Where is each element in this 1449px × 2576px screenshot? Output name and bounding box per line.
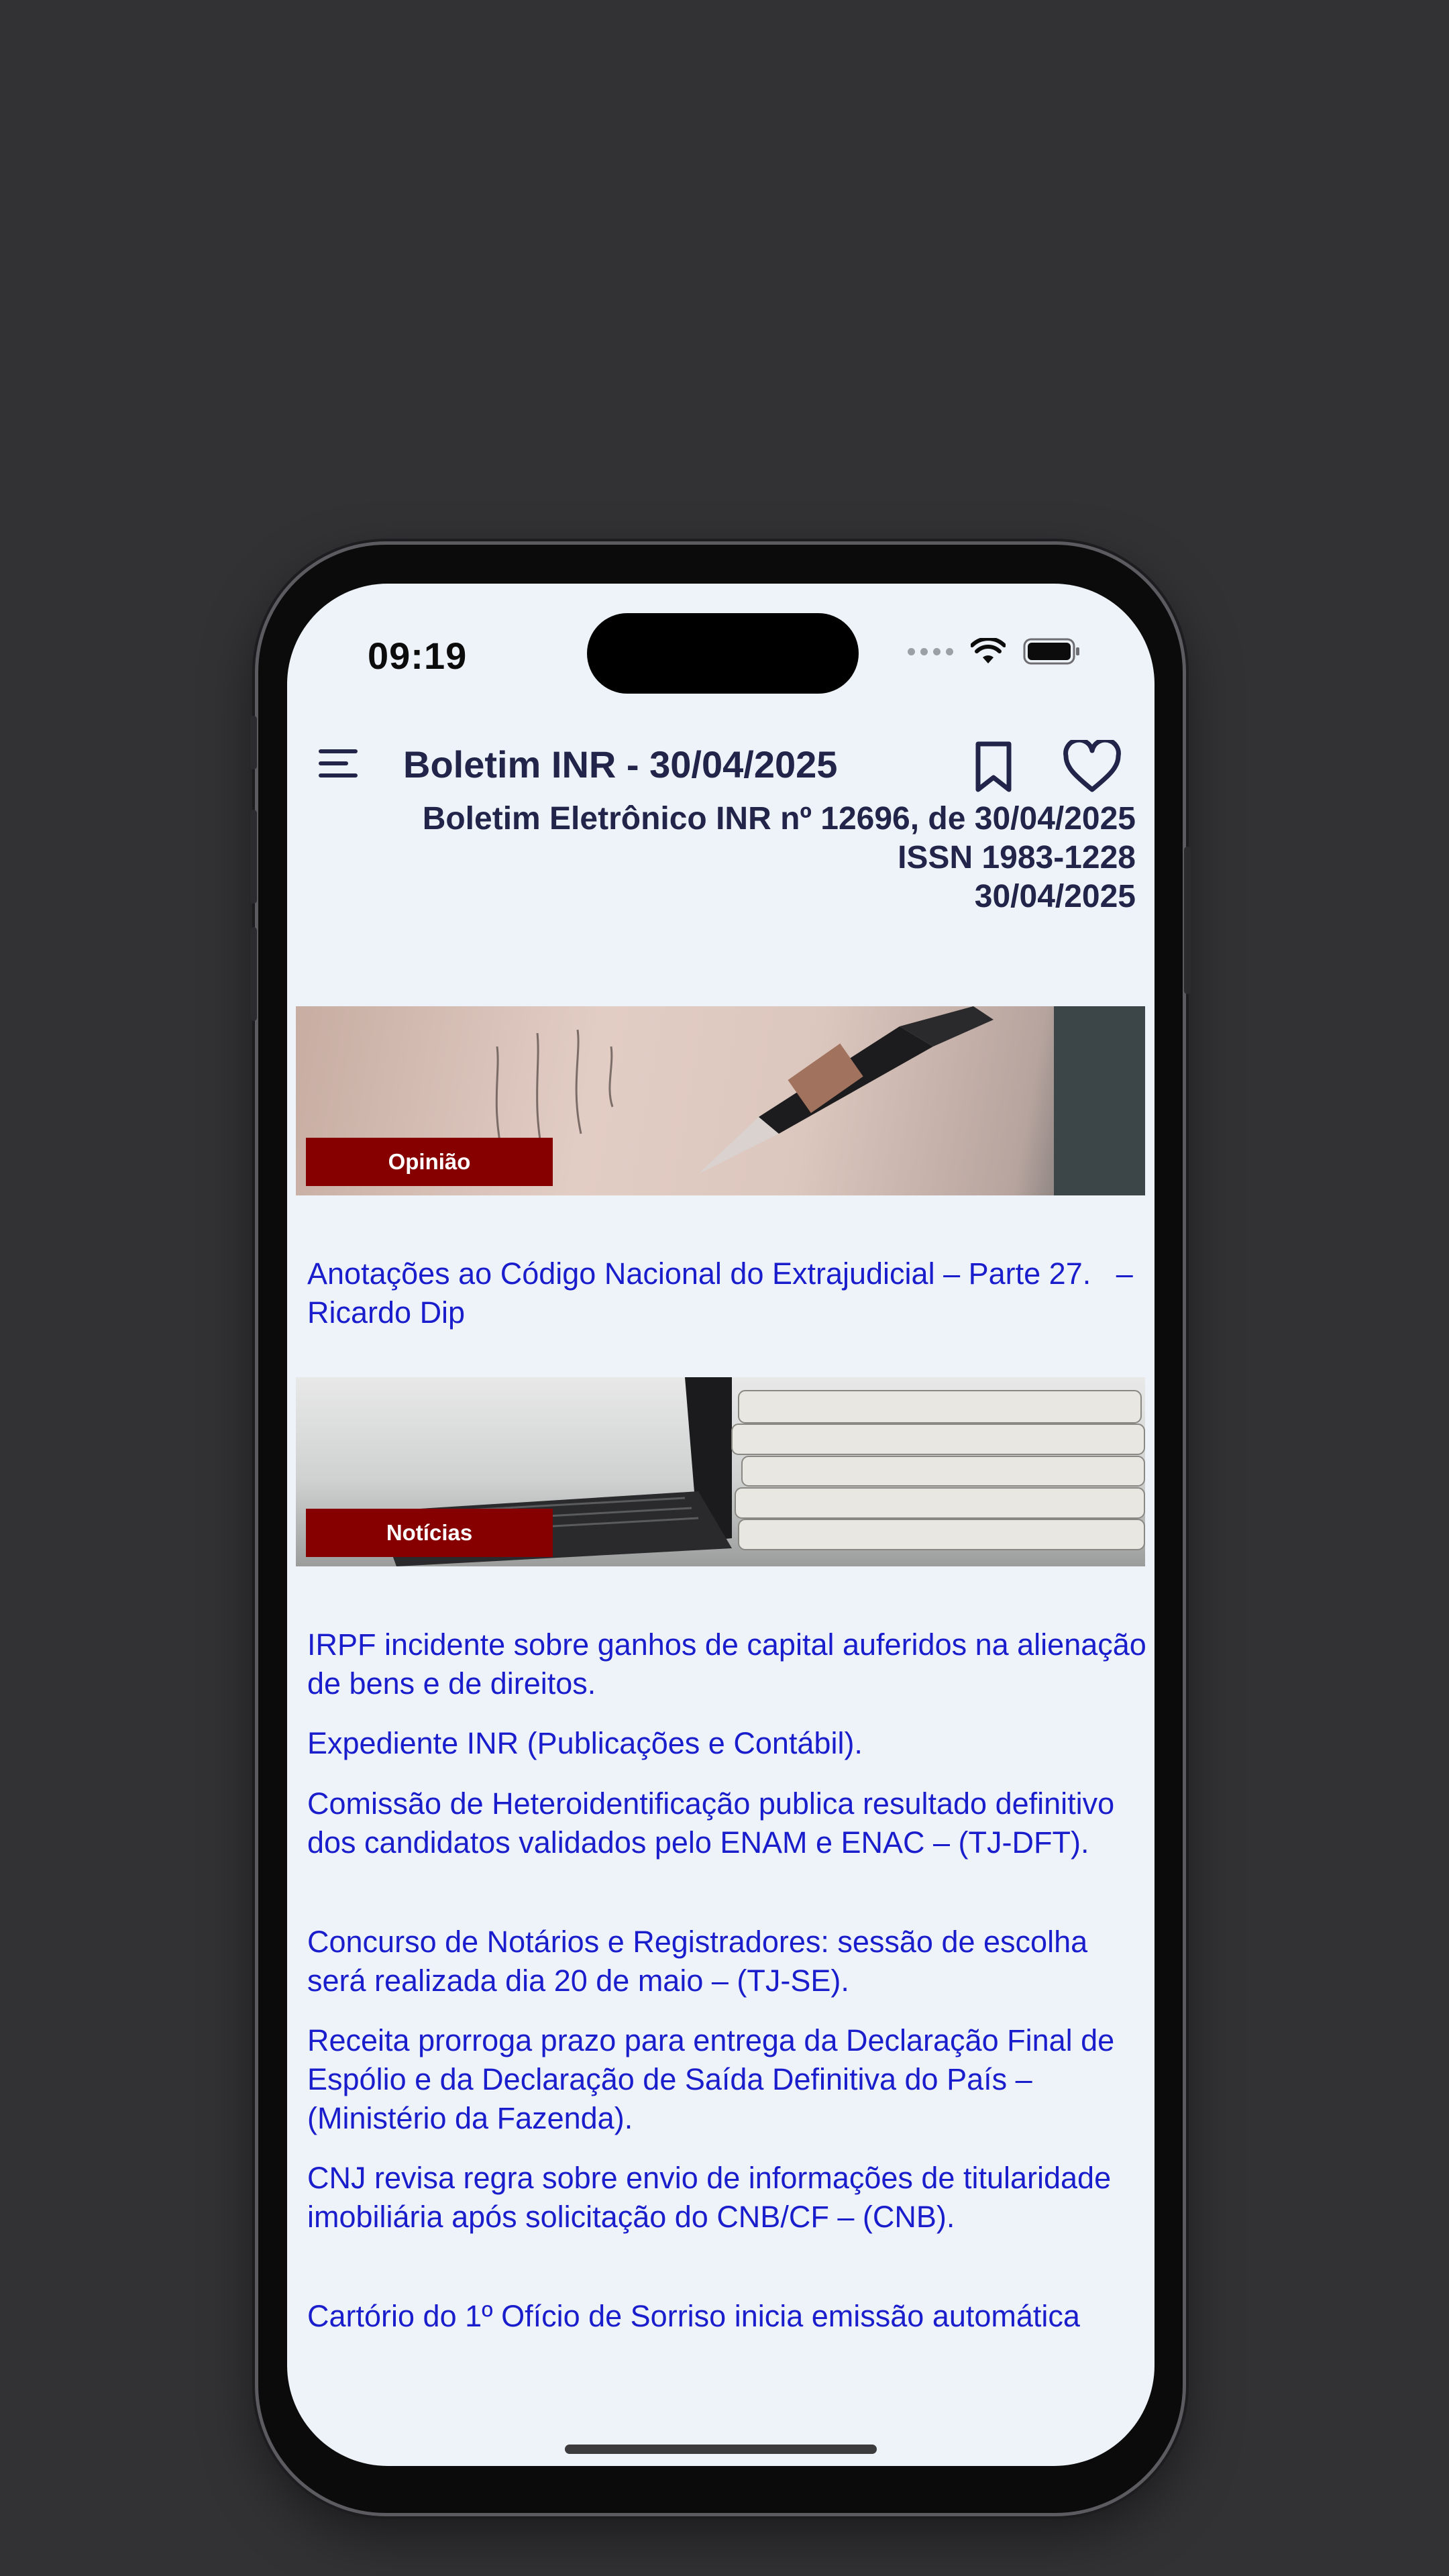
app-header: Boletim INR - 30/04/2025 [287, 728, 1155, 802]
section-label-opiniao: Opinião [306, 1138, 553, 1186]
bulletin-date: 30/04/2025 [974, 879, 1136, 914]
battery-icon [1023, 638, 1079, 665]
heart-icon[interactable] [1062, 740, 1122, 794]
hamburger-menu-icon[interactable] [317, 747, 359, 780]
volume-down-button [250, 927, 257, 1021]
wifi-icon [971, 638, 1006, 663]
section-label-noticias: Notícias [306, 1509, 553, 1557]
action-button [250, 716, 257, 769]
page-title: Boletim INR - 30/04/2025 [403, 743, 838, 786]
app-screen: 09:19 Boletim INR - 30/04/2025 Boletim E… [287, 584, 1155, 2466]
cellular-signal-icon [908, 647, 953, 655]
bookmark-icon[interactable] [971, 740, 1016, 794]
article-link[interactable]: Comissão de Heteroidentificação publica … [307, 1784, 1154, 1862]
article-link[interactable]: Concurso de Notários e Registradores: se… [307, 1923, 1154, 2000]
article-link[interactable]: Anotações ao Código Nacional do Extrajud… [307, 1254, 1154, 1332]
status-icons [908, 637, 1081, 665]
status-time: 09:19 [368, 635, 468, 677]
opiniao-banner-image: Opinião [296, 1006, 1145, 1195]
article-link[interactable]: IRPF incidente sobre ganhos de capital a… [307, 1625, 1154, 1703]
phone-frame: 09:19 Boletim INR - 30/04/2025 Boletim E… [250, 545, 1191, 2513]
bulletin-info: Boletim Eletrônico INR nº 12696, de 30/0… [423, 800, 1136, 916]
article-link[interactable]: Expediente INR (Publicações e Contábil). [307, 1724, 1154, 1763]
article-link[interactable]: Cartório do 1º Ofício de Sorriso inicia … [307, 2297, 1154, 2336]
noticias-banner-image: Notícias [296, 1377, 1145, 1566]
dynamic-island [587, 613, 859, 694]
bulletin-number: Boletim Eletrônico INR nº 12696, de 30/0… [422, 801, 1136, 837]
article-link[interactable]: CNJ revisa regra sobre envio de informaç… [307, 2159, 1154, 2237]
volume-up-button [250, 810, 257, 904]
power-button [1184, 847, 1191, 994]
home-indicator[interactable] [565, 2445, 877, 2454]
article-link[interactable]: Receita prorroga prazo para entrega da D… [307, 2021, 1154, 2138]
bulletin-issn: ISSN 1983-1228 [898, 840, 1136, 875]
